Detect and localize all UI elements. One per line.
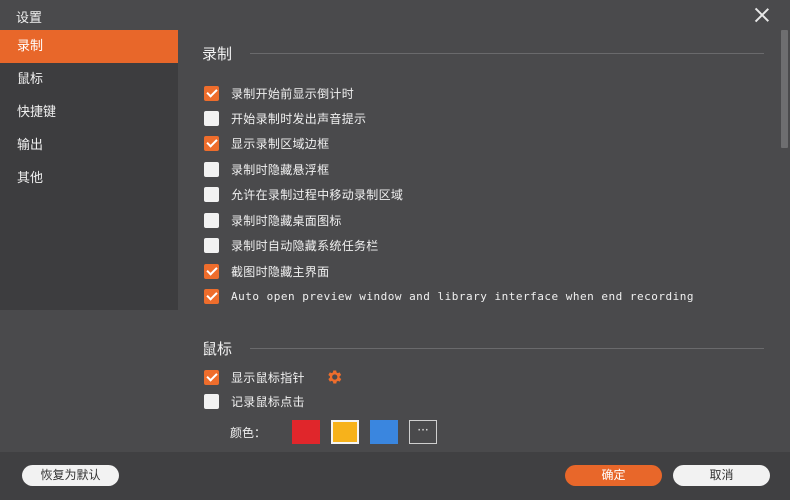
checkbox[interactable] <box>204 110 219 126</box>
option-label: 记录鼠标点击 <box>231 394 305 409</box>
checkbox[interactable] <box>204 161 219 177</box>
ok-button[interactable]: 确定 <box>565 465 662 486</box>
section-divider <box>250 53 764 54</box>
settings-content: 录制 录制开始前显示倒计时 开始录制时发出声音提示 显示录制区域边框 录制时隐藏… <box>178 30 776 452</box>
color-label: 颜色： <box>230 425 267 440</box>
more-colors-button[interactable]: ··· <box>409 420 437 444</box>
scrollbar[interactable] <box>778 30 790 452</box>
option-label: 录制时隐藏悬浮框 <box>231 162 330 177</box>
option-label: 录制开始前显示倒计时 <box>231 86 355 101</box>
cancel-button[interactable]: 取消 <box>673 465 770 486</box>
sidebar-item-output[interactable]: 输出 <box>0 129 178 162</box>
color-swatch-blue[interactable] <box>370 420 398 444</box>
option-label: Auto open preview window and library int… <box>231 289 694 303</box>
checkbox[interactable] <box>204 237 219 253</box>
title-bar: 设置 <box>0 0 790 30</box>
section-title-mouse: 鼠标 <box>202 340 233 358</box>
sidebar-item-hotkeys[interactable]: 快捷键 <box>0 96 178 129</box>
checkbox[interactable] <box>204 212 219 228</box>
close-icon[interactable] <box>752 5 772 25</box>
checkbox[interactable] <box>204 393 219 409</box>
option-hide-floating-box[interactable]: 录制时隐藏悬浮框 <box>204 161 329 177</box>
section-title-recording: 录制 <box>202 45 233 63</box>
scrollbar-thumb[interactable] <box>781 30 788 148</box>
option-hide-main-ui-screenshot[interactable]: 截图时隐藏主界面 <box>204 263 329 279</box>
option-label: 开始录制时发出声音提示 <box>231 111 367 126</box>
color-swatch-red[interactable] <box>292 420 320 444</box>
option-sound-prompt[interactable]: 开始录制时发出声音提示 <box>204 110 366 126</box>
option-label: 截图时隐藏主界面 <box>231 264 330 279</box>
sidebar-item-other[interactable]: 其他 <box>0 162 178 195</box>
option-move-region[interactable]: 允许在录制过程中移动录制区域 <box>204 186 403 202</box>
option-label: 录制时隐藏桌面图标 <box>231 213 342 228</box>
option-hide-desktop-icons[interactable]: 录制时隐藏桌面图标 <box>204 212 342 228</box>
sidebar-item-mouse[interactable]: 鼠标 <box>0 63 178 96</box>
restore-defaults-button[interactable]: 恢复为默认 <box>22 465 119 486</box>
checkbox[interactable] <box>204 369 219 385</box>
option-label: 显示鼠标指针 <box>231 370 305 385</box>
option-label: 显示录制区域边框 <box>231 136 330 151</box>
color-swatch-yellow[interactable] <box>331 420 359 444</box>
option-label: 允许在录制过程中移动录制区域 <box>231 187 404 202</box>
checkbox[interactable] <box>204 135 219 151</box>
checkbox[interactable] <box>204 85 219 101</box>
section-divider <box>250 348 764 349</box>
option-show-cursor[interactable]: 显示鼠标指针 <box>204 369 343 385</box>
option-record-clicks[interactable]: 记录鼠标点击 <box>204 393 305 409</box>
option-auto-open-preview[interactable]: Auto open preview window and library int… <box>204 288 694 304</box>
option-hide-taskbar[interactable]: 录制时自动隐藏系统任务栏 <box>204 237 379 253</box>
color-picker-row: 颜色： ··· <box>230 420 437 444</box>
window-title: 设置 <box>16 11 43 26</box>
option-label: 录制时自动隐藏系统任务栏 <box>231 238 379 253</box>
gear-icon[interactable] <box>325 368 343 386</box>
footer-bar: 恢复为默认 确定 取消 <box>0 452 790 500</box>
sidebar-item-recording[interactable]: 录制 <box>0 30 178 63</box>
checkbox[interactable] <box>204 288 219 304</box>
checkbox[interactable] <box>204 263 219 279</box>
checkbox[interactable] <box>204 186 219 202</box>
sidebar: 录制 鼠标 快捷键 输出 其他 <box>0 30 178 310</box>
option-show-region-border[interactable]: 显示录制区域边框 <box>204 135 329 151</box>
option-countdown[interactable]: 录制开始前显示倒计时 <box>204 85 354 101</box>
